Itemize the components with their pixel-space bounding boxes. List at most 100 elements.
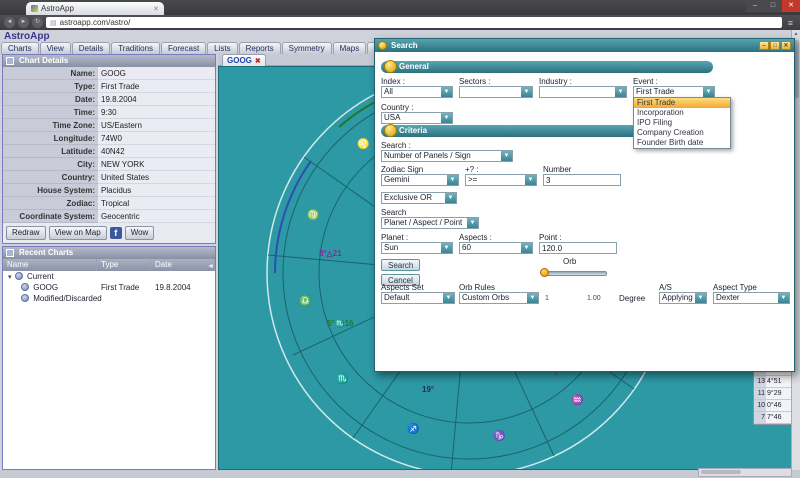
aspect-type-select[interactable]: Dexter ▼ [713,292,790,304]
sectors-select[interactable]: ▼ [459,86,533,98]
chevron-down-icon[interactable]: ▼ [703,87,714,97]
back-icon[interactable]: ◄ [4,17,15,28]
position-value: 0°46 [766,400,793,411]
industry-value [540,87,615,97]
section-icon [384,124,397,137]
dropdown-option-ipo-filing[interactable]: IPO Filing [634,118,730,128]
orb-slider-handle[interactable] [540,268,549,277]
nav-tab-reports[interactable]: Reports [239,42,281,54]
redraw-button[interactable]: Redraw [6,226,46,240]
chevron-down-icon[interactable]: ▼ [521,243,532,253]
field-value: 9:30 [98,106,215,119]
nav-tab-symmetry[interactable]: Symmetry [282,42,332,54]
chevron-down-icon[interactable]: ▼ [443,293,454,303]
search1-label: Search : [381,141,411,150]
chevron-down-icon[interactable]: ▼ [615,87,626,97]
point-label: Point : [539,233,562,242]
exclusive-or-select[interactable]: Exclusive OR ▼ [381,192,457,204]
position-value: 9°29 [766,388,793,399]
country-value: USA [382,113,441,123]
nav-tab-view[interactable]: View [40,42,71,54]
orb-rules-select[interactable]: Custom Orbs ▼ [459,292,539,304]
index-select[interactable]: All ▼ [381,86,453,98]
chevron-down-icon[interactable]: ▼ [778,293,789,303]
field-value: GOOG [98,67,215,80]
chevron-down-icon[interactable]: ▼ [695,293,706,303]
chart-item-icon [15,272,23,280]
orb-rules-label: Orb Rules [459,283,495,292]
planet-select[interactable]: Sun ▼ [381,242,453,254]
chevron-down-icon[interactable]: ▼ [501,151,512,161]
nav-tab-charts[interactable]: Charts [1,42,39,54]
dropdown-option-first-trade[interactable]: First Trade [634,98,730,108]
search-button[interactable]: Search [381,259,420,271]
country-select[interactable]: USA ▼ [381,112,453,124]
zodiac-sign-select[interactable]: Gemini ▼ [381,174,459,186]
field-value: Tropical [98,197,215,210]
point-input[interactable] [539,242,617,254]
column-name[interactable]: Name [3,259,97,271]
window-bottom-edge [0,470,800,478]
nav-tab-maps[interactable]: Maps [333,42,367,54]
operator-select[interactable]: >= ▼ [465,174,537,186]
detail-row: Latitude:40N42 [3,145,215,158]
forward-icon[interactable]: ► [18,17,29,28]
dialog-titlebar[interactable]: Search – □ ✕ [375,39,794,52]
dialog-minimize-button[interactable]: – [759,41,769,50]
view-on-map-button[interactable]: View on Map [49,226,107,240]
aspects-set-select[interactable]: Default ▼ [381,292,455,304]
chevron-down-icon[interactable]: ▼ [521,87,532,97]
number-input[interactable] [543,174,621,186]
chevron-down-icon[interactable]: ▼ [441,243,452,253]
tree-row-modified[interactable]: Modified/Discarded [3,293,215,304]
chevron-down-icon[interactable]: ▼ [447,175,458,185]
tree-expand-icon[interactable]: ▾ [8,274,12,281]
operator-label: +? : [465,165,479,174]
aspects-set-value: Default [382,293,443,303]
horizontal-scrollbar[interactable] [698,468,792,477]
nav-tab-traditions[interactable]: Traditions [111,42,160,54]
search-type-select[interactable]: Planet / Aspect / Point ▼ [381,217,479,229]
window-minimize-button[interactable]: – [746,0,764,12]
nav-tab-lists[interactable]: Lists [207,42,237,54]
dropdown-option-founder-birth[interactable]: Founder Birth date [634,138,730,148]
search-mode-select[interactable]: Number of Panels / Sign ▼ [381,150,513,162]
column-date[interactable]: Date [151,259,215,271]
dropdown-option-incorporation[interactable]: Incorporation [634,108,730,118]
tree-row-goog[interactable]: GOOG First Trade 19.8.2004 [3,282,215,293]
window-close-button[interactable]: ✕ [782,0,800,12]
window-maximize-button[interactable]: □ [764,0,782,12]
chart-tab-close-icon[interactable]: ✖ [255,58,261,65]
dialog-maximize-button[interactable]: □ [770,41,780,50]
dropdown-option-company-creation[interactable]: Company Creation [634,128,730,138]
chart-item-icon [21,283,29,291]
aspects-select[interactable]: 60 ▼ [459,242,533,254]
chevron-down-icon[interactable]: ▼ [527,293,538,303]
tree-row-label: Modified/Discarded [33,294,101,303]
browser-tab[interactable]: AstroApp ✕ [26,2,164,15]
chevron-down-icon[interactable]: ▼ [467,218,478,228]
degree-label: Degree [619,294,645,303]
aspect-type-label: Aspect Type [713,283,757,292]
browser-menu-icon[interactable]: ≡ [785,18,796,28]
tab-close-icon[interactable]: ✕ [153,5,159,13]
wow-button[interactable]: Wow [125,226,155,240]
orb-slider[interactable] [543,271,607,276]
nav-tab-forecast[interactable]: Forecast [161,42,206,54]
tree-row-current[interactable]: ▾ Current [3,271,215,282]
chevron-down-icon[interactable]: ▼ [525,175,536,185]
dialog-close-button[interactable]: ✕ [781,41,791,50]
reload-icon[interactable]: ↻ [32,17,43,28]
as-select[interactable]: Applying ▼ [659,292,707,304]
industry-select[interactable]: ▼ [539,86,627,98]
nav-tab-details[interactable]: Details [72,42,110,54]
scrollbar-thumb[interactable] [701,470,741,474]
facebook-icon[interactable]: f [110,227,122,239]
chevron-down-icon[interactable]: ▼ [441,87,452,97]
column-type[interactable]: Type [97,259,151,271]
orb-scale-max: 1.00 [587,295,601,302]
chevron-down-icon[interactable]: ▼ [441,113,452,123]
field-value: 74W0 [98,132,215,145]
url-bar[interactable]: ▤ astroapp.com/astro/ [46,17,782,28]
chevron-down-icon[interactable]: ▼ [445,193,456,203]
